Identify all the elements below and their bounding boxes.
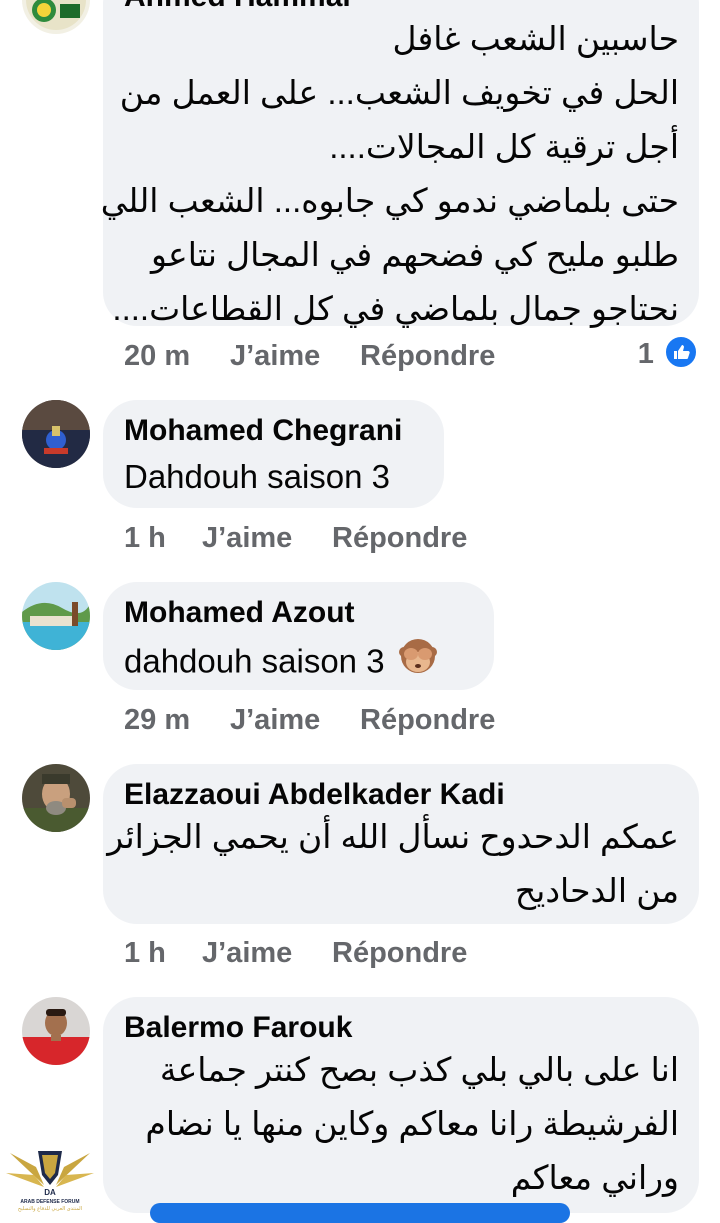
avatar[interactable]	[22, 400, 90, 468]
avatar[interactable]	[22, 764, 90, 832]
comment-line: الفرشيطة رانا معاكم وكاين منها يا نضام	[145, 1105, 679, 1142]
see-no-evil-emoji-icon	[398, 636, 438, 684]
comment-line: انا على بالي بلي كذب بصح كنتر جماعة	[159, 1051, 679, 1088]
author-name[interactable]: Mohamed Azout	[124, 596, 355, 630]
comment-text: Dahdouh saison 3	[124, 458, 391, 495]
reply-button[interactable]: Répondre	[332, 937, 467, 970]
comment-line: من الدحاديح	[514, 872, 679, 909]
comment-bubble: Elazzaoui Abdelkader Kadi عمكم الدحدوح ن…	[103, 764, 699, 924]
comment-line: طلبو مليح كي فضحهم في المجال نتاعو	[151, 236, 679, 273]
comment-line: نحتاجو جمال بلماضي في كل القطاعات....	[112, 290, 679, 327]
thumbs-up-icon	[664, 335, 698, 370]
reply-button[interactable]: Répondre	[332, 522, 467, 555]
author-name[interactable]: Elazzaoui Abdelkader Kadi	[124, 778, 505, 812]
reaction-summary[interactable]: 1	[637, 335, 698, 372]
author-name[interactable]: Balermo Farouk	[124, 1011, 352, 1045]
comment-line: وراني معاكم	[510, 1159, 679, 1196]
timestamp[interactable]: 1 h	[124, 937, 166, 970]
comment-text: حاسبين الشعب غافل الحل في تخويف الشعب...…	[101, 12, 679, 336]
comment-text: انا على بالي بلي كذب بصح كنتر جماعة الفر…	[145, 1043, 679, 1205]
reply-button[interactable]: Répondre	[360, 704, 495, 737]
comment-text: عمكم الدحدوح نسأل الله أن يحمي الجزائر م…	[107, 810, 679, 918]
watermark-abbr: DA	[44, 1188, 56, 1197]
comment-line: عمكم الدحدوح نسأل الله أن يحمي الجزائر	[107, 818, 679, 855]
comment-bubble: Mohamed Chegrani Dahdouh saison 3	[103, 400, 444, 508]
comment-line: أجل ترقية كل المجالات....	[329, 128, 679, 165]
avatar[interactable]	[22, 0, 90, 34]
arab-defense-forum-watermark: DA ARAB DEFENSE FORUM المنتدى العربي للد…	[4, 1145, 96, 1213]
reaction-count: 1	[637, 338, 654, 370]
timestamp[interactable]: 29 m	[124, 704, 190, 737]
comment-bubble: Mohamed Azout dahdouh saison 3	[103, 582, 494, 690]
comment-line: حتى بلماضي ندمو كي جابوه... الشعب اللي	[100, 182, 679, 219]
like-button[interactable]: J’aime	[202, 937, 292, 970]
avatar[interactable]	[22, 582, 90, 650]
like-button[interactable]: J’aime	[230, 340, 320, 373]
watermark-subtitle: المنتدى العربي للدفاع والتسليح	[18, 1206, 82, 1212]
write-comment-bar[interactable]	[150, 1203, 570, 1223]
comment-bubble: Ahmed Hammal حاسبين الشعب غافل الحل في ت…	[101, 0, 699, 327]
author-name[interactable]: Mohamed Chegrani	[124, 414, 402, 448]
watermark-title: ARAB DEFENSE FORUM	[20, 1199, 79, 1205]
comment-text-content: dahdouh saison 3	[124, 642, 385, 680]
comment-text: dahdouh saison 3	[124, 639, 438, 688]
reply-button[interactable]: Répondre	[360, 340, 495, 373]
avatar[interactable]	[22, 997, 90, 1065]
comment-line: حاسبين الشعب غافل	[392, 20, 679, 57]
like-button[interactable]: J’aime	[230, 704, 320, 737]
comment-line: الحل في تخويف الشعب... على العمل من	[119, 74, 679, 111]
like-button[interactable]: J’aime	[202, 522, 292, 555]
timestamp[interactable]: 1 h	[124, 522, 166, 555]
comment-bubble: Balermo Farouk انا على بالي بلي كذب بصح …	[103, 997, 699, 1213]
timestamp[interactable]: 20 m	[124, 340, 190, 373]
